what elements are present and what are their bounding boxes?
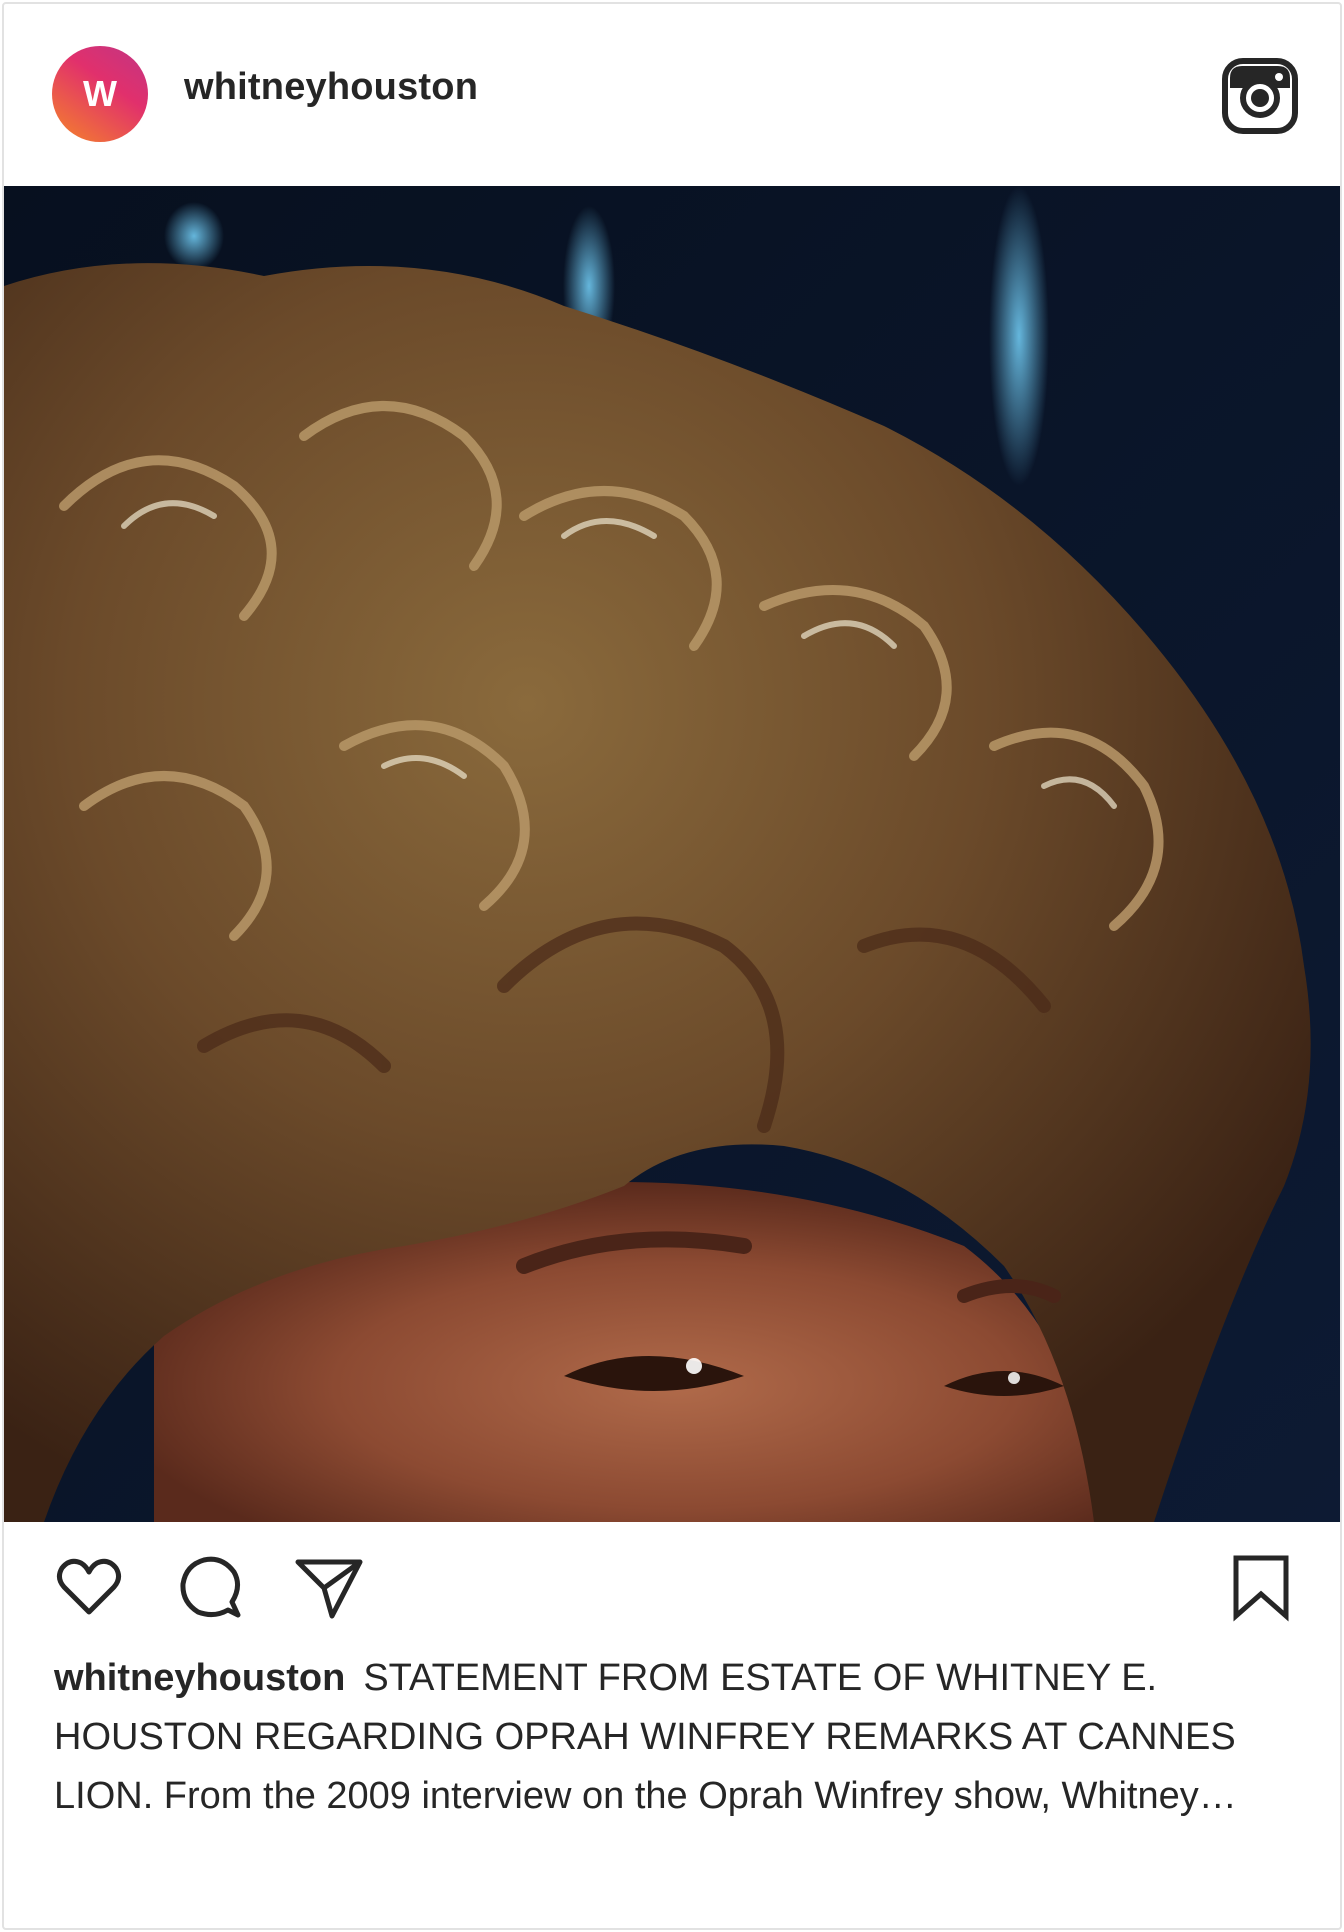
post-username[interactable]: whitneyhouston: [184, 66, 478, 109]
avatar[interactable]: W: [52, 46, 148, 142]
instagram-icon[interactable]: [1222, 58, 1298, 134]
instagram-post-card: W whitneyhouston whitneyhouston STATEMEN…: [2, 2, 1342, 1930]
send-icon[interactable]: [294, 1552, 364, 1622]
post-caption: whitneyhouston STATEMENT FROM ESTATE OF W…: [54, 1649, 1294, 1826]
post-photo[interactable]: [4, 186, 1340, 1522]
bookmark-icon[interactable]: [1226, 1552, 1296, 1622]
heart-icon[interactable]: [54, 1552, 124, 1622]
avatar-letter: W: [83, 73, 117, 114]
caption-username[interactable]: whitneyhouston: [54, 1657, 345, 1699]
comment-icon[interactable]: [174, 1552, 244, 1622]
post-actions: [4, 1552, 1340, 1622]
post-header: W whitneyhouston: [4, 4, 1340, 184]
